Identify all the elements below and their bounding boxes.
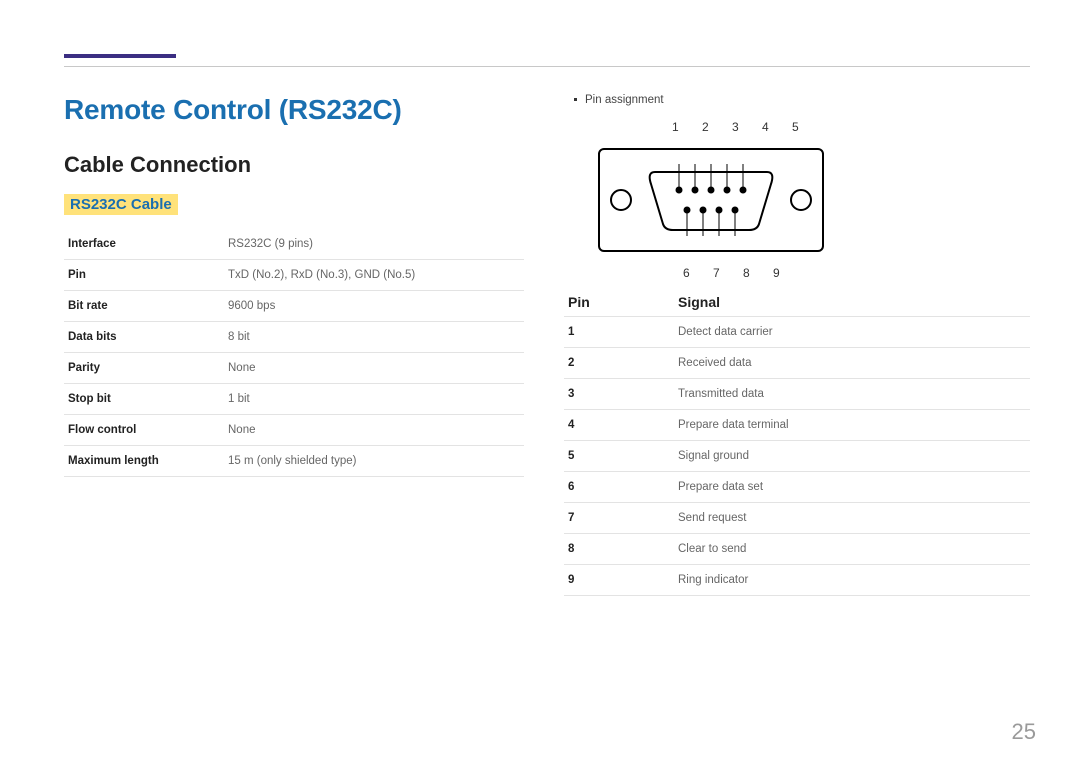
- signal-table-header: Pin Signal: [564, 288, 1030, 317]
- bullet-text: Pin assignment: [585, 94, 664, 106]
- page: Remote Control (RS232C) Cable Connection…: [0, 0, 1080, 763]
- table-row: 3Transmitted data: [564, 379, 1030, 410]
- spec-value: TxD (No.2), RxD (No.3), GND (No.5): [224, 260, 524, 291]
- table-row: 4Prepare data terminal: [564, 410, 1030, 441]
- header-signal: Signal: [678, 294, 720, 310]
- spec-key: Bit rate: [64, 291, 224, 322]
- signal-name: Clear to send: [678, 543, 746, 555]
- spec-value: 9600 bps: [224, 291, 524, 322]
- table-row: Bit rate9600 bps: [64, 291, 524, 322]
- accent-bar: [64, 54, 176, 58]
- table-row: 2Received data: [564, 348, 1030, 379]
- bullet-icon: [574, 98, 577, 101]
- signal-name: Transmitted data: [678, 388, 764, 400]
- table-row: Flow controlNone: [64, 415, 524, 446]
- table-row: 6Prepare data set: [564, 472, 1030, 503]
- table-row: 7Send request: [564, 503, 1030, 534]
- pin-number: 2: [568, 357, 678, 369]
- right-column: Pin assignment 1 2 3 4 5 6 7 8 9: [554, 94, 1030, 596]
- signal-name: Send request: [678, 512, 746, 524]
- pin-number: 4: [568, 419, 678, 431]
- page-number: 25: [1012, 719, 1036, 745]
- table-row: Stop bit1 bit: [64, 384, 524, 415]
- spec-value: 15 m (only shielded type): [224, 446, 524, 477]
- signal-table: 1Detect data carrier 2Received data 3Tra…: [564, 317, 1030, 596]
- connector-shell: [598, 148, 824, 252]
- connector-diagram: 1 2 3 4 5 6 7 8 9: [566, 120, 856, 280]
- table-row: Maximum length15 m (only shielded type): [64, 446, 524, 477]
- page-title: Remote Control (RS232C): [64, 94, 524, 126]
- spec-key: Parity: [64, 353, 224, 384]
- spec-value: RS232C (9 pins): [224, 229, 524, 260]
- pin-numbers-top: 1 2 3 4 5: [672, 120, 809, 134]
- spec-key: Interface: [64, 229, 224, 260]
- bullet-pin-assignment: Pin assignment: [564, 94, 1030, 106]
- table-row: Data bits8 bit: [64, 322, 524, 353]
- pin-number: 9: [568, 574, 678, 586]
- table-row: 1Detect data carrier: [564, 317, 1030, 348]
- signal-name: Ring indicator: [678, 574, 748, 586]
- content-columns: Remote Control (RS232C) Cable Connection…: [64, 94, 1030, 596]
- spec-key: Pin: [64, 260, 224, 291]
- spec-value: None: [224, 415, 524, 446]
- pin-number: 8: [568, 543, 678, 555]
- header-bar: [64, 30, 1030, 68]
- section-title: Cable Connection: [64, 152, 524, 178]
- signal-name: Detect data carrier: [678, 326, 773, 338]
- table-row: ParityNone: [64, 353, 524, 384]
- spec-key: Data bits: [64, 322, 224, 353]
- spec-key: Flow control: [64, 415, 224, 446]
- spec-key: Stop bit: [64, 384, 224, 415]
- pin-numbers-bottom: 6 7 8 9: [683, 266, 790, 280]
- spec-key: Maximum length: [64, 446, 224, 477]
- pin-number: 3: [568, 388, 678, 400]
- table-row: PinTxD (No.2), RxD (No.3), GND (No.5): [64, 260, 524, 291]
- header-rule: [64, 66, 1030, 67]
- table-row: InterfaceRS232C (9 pins): [64, 229, 524, 260]
- pin-number: 6: [568, 481, 678, 493]
- subsection-label: RS232C Cable: [64, 194, 178, 215]
- signal-name: Prepare data terminal: [678, 419, 789, 431]
- table-row: 5Signal ground: [564, 441, 1030, 472]
- d-sub-icon: [647, 164, 775, 236]
- pin-number: 5: [568, 450, 678, 462]
- signal-name: Received data: [678, 357, 752, 369]
- signal-name: Prepare data set: [678, 481, 763, 493]
- spec-table: InterfaceRS232C (9 pins) PinTxD (No.2), …: [64, 229, 524, 477]
- pin-number: 1: [568, 326, 678, 338]
- spec-value: 8 bit: [224, 322, 524, 353]
- spec-value: None: [224, 353, 524, 384]
- spec-value: 1 bit: [224, 384, 524, 415]
- header-pin: Pin: [568, 294, 678, 310]
- table-row: 8Clear to send: [564, 534, 1030, 565]
- screw-left-icon: [610, 189, 632, 211]
- table-row: 9Ring indicator: [564, 565, 1030, 596]
- screw-right-icon: [790, 189, 812, 211]
- left-column: Remote Control (RS232C) Cable Connection…: [64, 94, 554, 596]
- pin-number: 7: [568, 512, 678, 524]
- signal-name: Signal ground: [678, 450, 749, 462]
